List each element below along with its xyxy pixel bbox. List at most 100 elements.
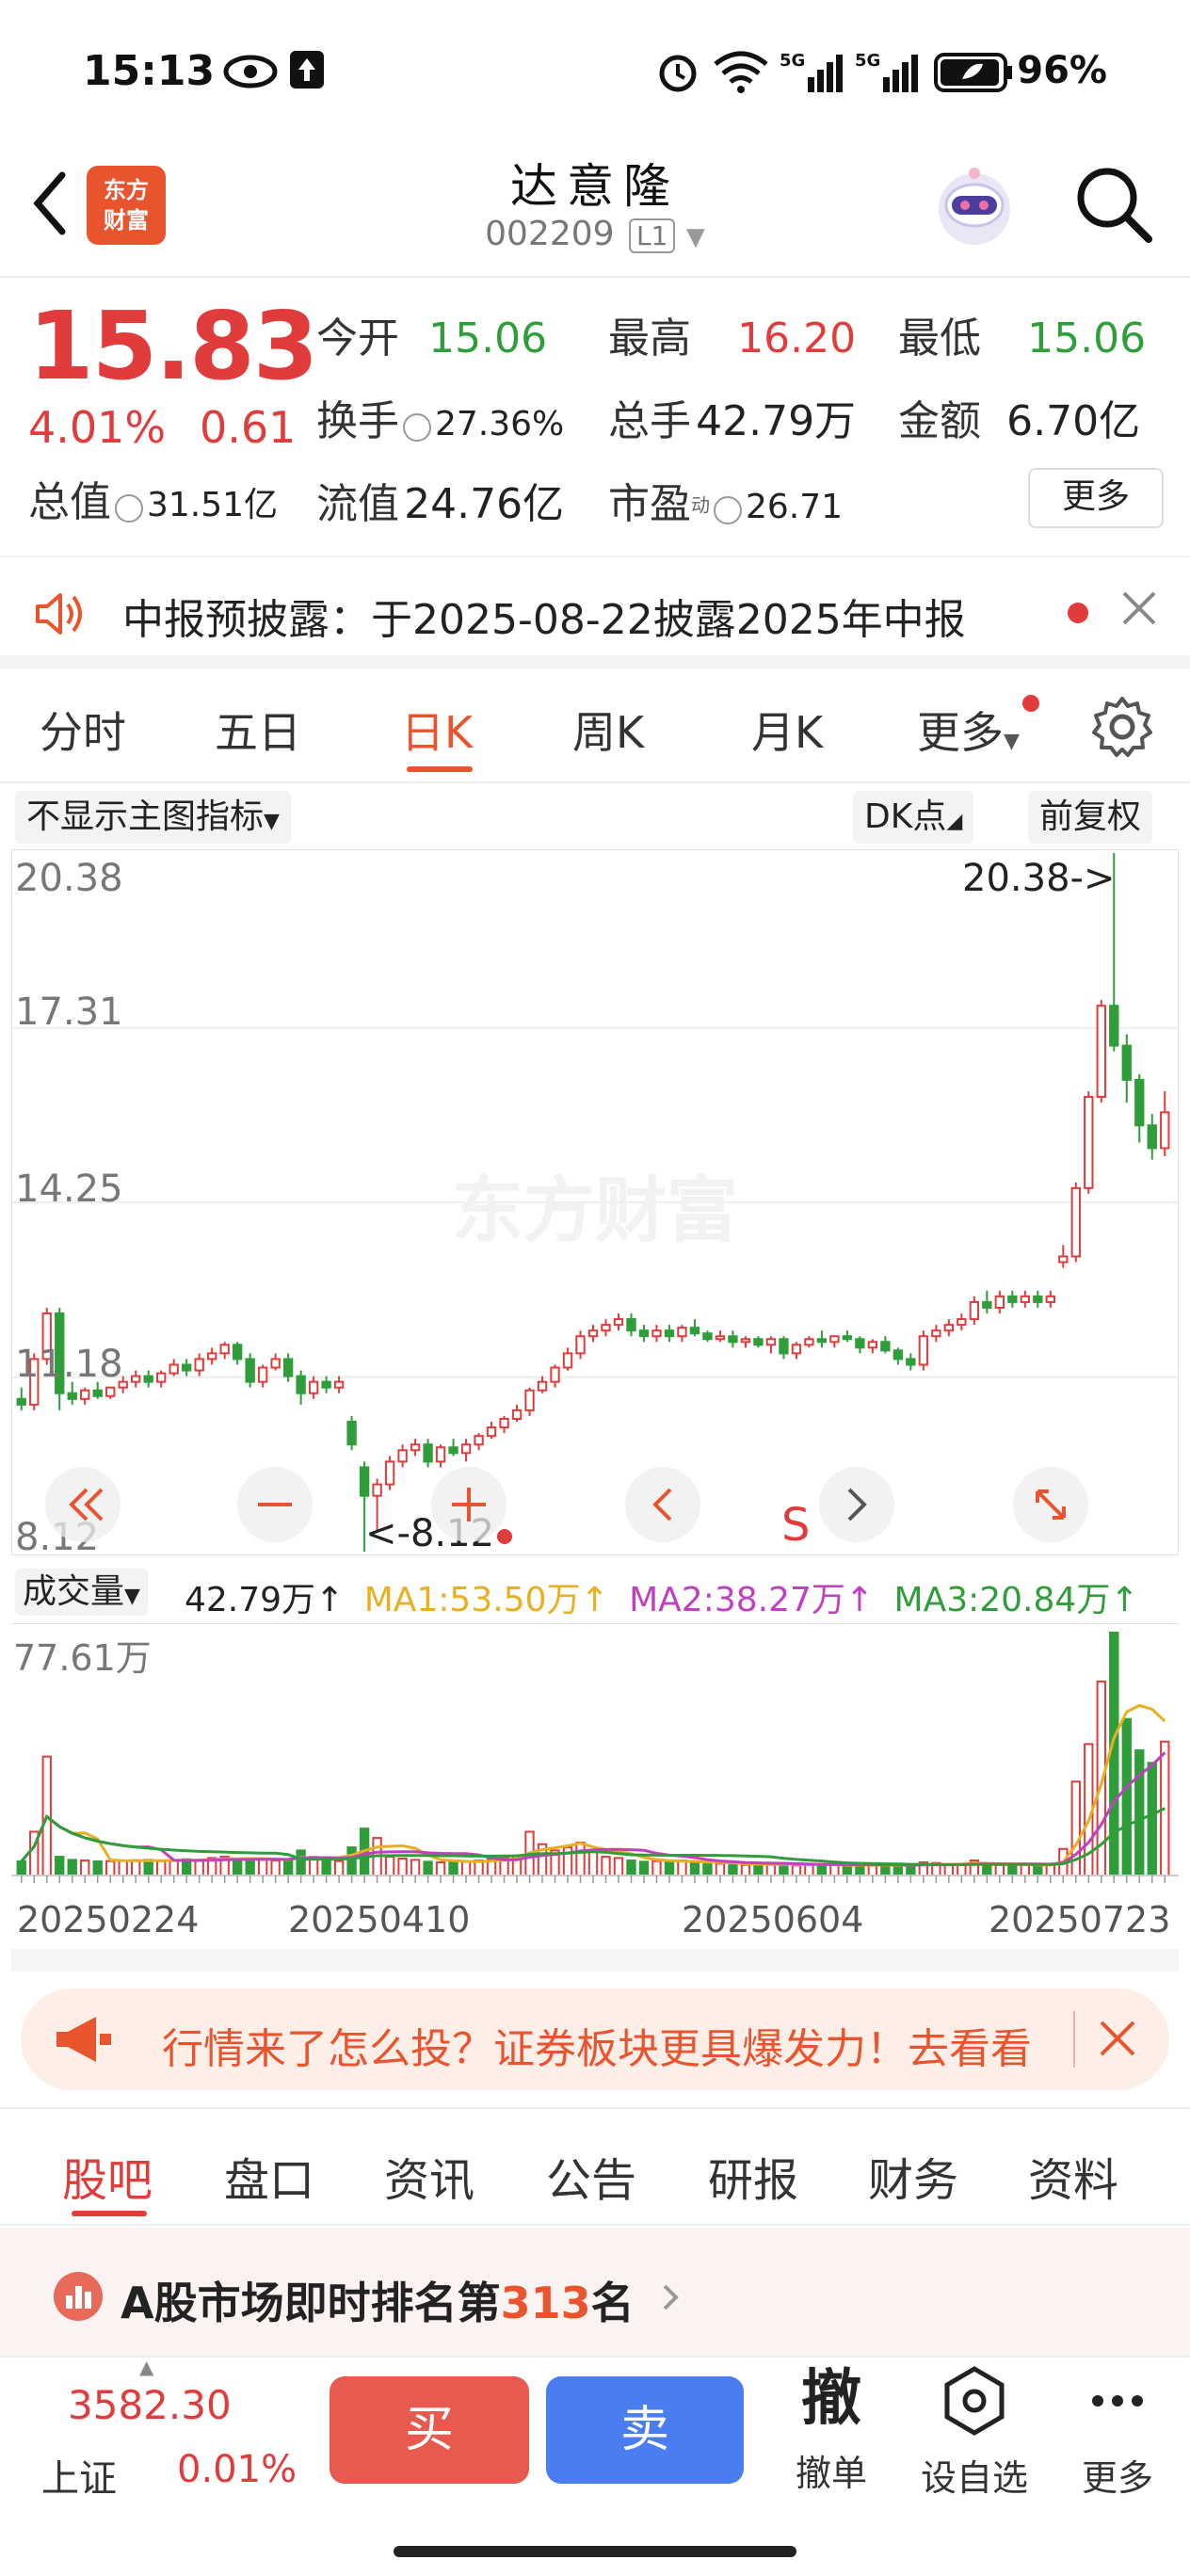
volume-bar: [829, 1863, 840, 1876]
tab-news[interactable]: 资讯: [384, 2143, 474, 2209]
volume-bar: [245, 1858, 255, 1877]
volume-bar: [460, 1860, 472, 1876]
turnover-rate: 换手 27.36%: [316, 387, 564, 447]
hexagon-icon: [944, 2366, 1005, 2436]
rank-chart-icon: [54, 2272, 103, 2321]
zoom-in-icon[interactable]: [431, 1467, 507, 1542]
stock-code: 002209: [485, 215, 615, 253]
notice-bar[interactable]: 中报预披露：于2025-08-22披露2025年中报: [0, 555, 1190, 668]
tab-more[interactable]: 更多▼: [917, 699, 1020, 761]
add-watchlist-button[interactable]: 设自选: [904, 2365, 1045, 2501]
tab-profile[interactable]: 资料: [1028, 2143, 1118, 2209]
y-label-2: 17.31: [15, 990, 123, 1034]
more-button[interactable]: 更多: [1066, 2365, 1169, 2501]
volume-bar: [143, 1859, 153, 1877]
more-label: 更多: [1081, 2457, 1153, 2499]
volume-bar: [613, 1857, 624, 1876]
volume-bar: [118, 1860, 128, 1876]
candle: [1096, 1000, 1106, 1103]
zoom-out-icon[interactable]: [237, 1467, 313, 1542]
volume-bar: [575, 1842, 586, 1877]
rank-suffix: 名: [590, 2278, 635, 2328]
volume-bar: [232, 1859, 243, 1877]
chevron-right-icon[interactable]: [819, 1467, 894, 1542]
volume-value: 42.79万: [696, 397, 857, 445]
adjust-select[interactable]: 前复权: [1028, 791, 1153, 844]
chart-period-tabs: 分时 五日 日K 周K 月K 更多▼: [0, 670, 1190, 783]
volume-bar: [702, 1863, 713, 1877]
info-icon[interactable]: [403, 412, 431, 442]
volume-bar: [16, 1860, 26, 1877]
kline-chart[interactable]: 东方财富 20.38 17.31 14.25 11.18 8.12 20.38-…: [11, 849, 1179, 1555]
info-icon[interactable]: [714, 495, 742, 524]
float-value: 流值 24.76亿: [316, 470, 564, 530]
ma1-value: MA1:53.50万: [363, 1581, 581, 1619]
tab-monthly-k[interactable]: 月K: [751, 699, 823, 761]
volume-bar: [855, 1864, 865, 1876]
ma2-value: MA2:38.27万: [629, 1581, 845, 1619]
expand-icon[interactable]: [1013, 1467, 1088, 1542]
signal-5g-icon: 5G: [855, 51, 918, 92]
volume-bar: [994, 1863, 1005, 1876]
index-value[interactable]: 3582.30: [68, 2382, 232, 2428]
volume-values: 42.79万↑ MA1:53.50万↑ MA2:38.27万↑ MA3:20.8…: [185, 1572, 1139, 1621]
status-bar: 15:13 5G 5G 96%: [0, 0, 1190, 141]
robot-assistant-icon[interactable]: [927, 160, 1021, 254]
dk-select[interactable]: DK点◢: [853, 791, 974, 844]
volume-bar: [1020, 1863, 1030, 1876]
tab-five-day[interactable]: 五日: [215, 699, 301, 761]
tab-research[interactable]: 研报: [708, 2143, 798, 2209]
battery-icon: [934, 53, 1012, 92]
promo-banner[interactable]: 行情来了怎么投？证券板块更具爆发力！去看看: [21, 1988, 1169, 2090]
volume-bar: [1121, 1717, 1132, 1877]
info-icon[interactable]: [115, 493, 143, 523]
dk-select-label: DK点: [864, 797, 947, 836]
market-cap-label: 总值: [28, 478, 111, 526]
volume-bar: [410, 1859, 421, 1877]
tab-guba[interactable]: 股吧: [62, 2143, 153, 2209]
chevron-left-icon[interactable]: [625, 1467, 700, 1542]
total-volume: 总手 42.79万: [608, 387, 856, 447]
tab-pankou[interactable]: 盘口: [224, 2143, 314, 2209]
volume-select[interactable]: 成交量▼: [15, 1569, 148, 1616]
volume-chart[interactable]: 77.61万 20250224 20250410 20250604 202507…: [11, 1623, 1179, 1972]
close-icon[interactable]: [1117, 586, 1162, 631]
tab-daily-k[interactable]: 日K: [401, 699, 473, 761]
tab-intraday[interactable]: 分时: [40, 699, 126, 761]
caret-down-icon: ▼: [1004, 730, 1020, 753]
volume-bar: [626, 1860, 636, 1876]
volume-bar: [270, 1860, 281, 1876]
volume-bar: [448, 1860, 458, 1877]
volume-bar: [282, 1858, 294, 1876]
market-rank-row[interactable]: A股市场即时排名第313名: [0, 2228, 1190, 2359]
buy-button[interactable]: 买: [330, 2376, 529, 2484]
caret-up-icon[interactable]: ▲: [139, 2356, 153, 2378]
bottom-trade-bar: ▲ 3582.30 上证 0.01% 买 卖 撤 撤单 设自选 更多: [0, 2356, 1190, 2576]
caret-down-icon: ▼: [264, 810, 280, 833]
notice-text: 中报预披露：于2025-08-22披露2025年中报: [122, 596, 966, 644]
sell-button[interactable]: 卖: [546, 2376, 744, 2484]
indicator-select[interactable]: 不显示主图指标▼: [15, 791, 291, 844]
volume-bar: [80, 1860, 90, 1876]
tab-finance[interactable]: 财务: [868, 2143, 958, 2209]
gear-icon[interactable]: [1088, 693, 1156, 761]
current-price: 15.83: [28, 291, 318, 401]
active-tab-indicator: [72, 2211, 147, 2216]
high-label: 最高: [608, 314, 691, 362]
double-left-icon[interactable]: [45, 1467, 121, 1542]
quote-more-button[interactable]: 更多: [1028, 468, 1164, 528]
search-icon[interactable]: [1071, 162, 1156, 247]
tab-announcements[interactable]: 公告: [546, 2143, 636, 2209]
home-indicator: [394, 2546, 796, 2557]
eye-icon: [223, 55, 278, 89]
close-icon[interactable]: [1094, 2015, 1141, 2062]
tab-weekly-k[interactable]: 周K: [572, 699, 644, 761]
candle: [1084, 1090, 1094, 1194]
cancel-order-label: 撤单: [795, 2453, 867, 2494]
candle: [384, 1456, 395, 1490]
x-label-1: 20250224: [17, 1899, 199, 1940]
cancel-order-button[interactable]: 撤 撤单: [789, 2361, 874, 2496]
volume-label: 总手: [608, 397, 691, 445]
volume-bar: [677, 1860, 687, 1876]
quote-panel: 15.83 4.01% 0.61 总值 31.51亿 今开 15.06 最高 16…: [0, 280, 1190, 548]
